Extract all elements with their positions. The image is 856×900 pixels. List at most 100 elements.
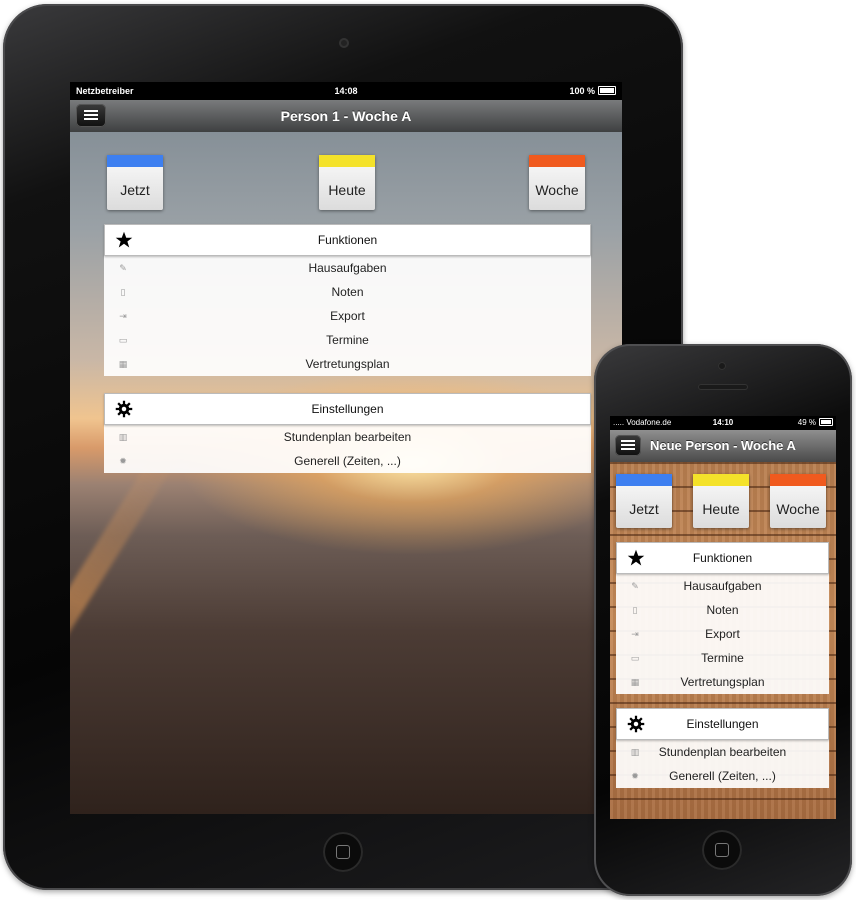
substitution-plan-icon: ▦ xyxy=(118,359,128,369)
section-title: Funktionen xyxy=(692,551,753,565)
page-title: Neue Person - Woche A xyxy=(650,438,796,453)
front-camera xyxy=(718,362,726,370)
menu-item-noten[interactable]: ▯ Noten xyxy=(616,598,829,622)
grades-icon: ▯ xyxy=(632,605,638,615)
calendar-button-jetzt[interactable]: Jetzt xyxy=(107,155,163,210)
menu-item-label: Generell (Zeiten, ...) xyxy=(669,769,776,783)
calendar-icon xyxy=(529,155,585,167)
calendar-icon xyxy=(319,155,375,167)
einstellungen-header[interactable]: Einstellungen xyxy=(616,708,829,740)
menu-item-stundenplan[interactable]: ▥ Stundenplan bearbeiten xyxy=(616,740,829,764)
funktionen-header[interactable]: Funktionen xyxy=(104,224,591,256)
menu-item-generell[interactable]: ✹ Generell (Zeiten, ...) xyxy=(104,449,591,473)
calendar-icon xyxy=(693,474,749,486)
calendar-button-heute[interactable]: Heute xyxy=(693,474,749,528)
menu-item-termine[interactable]: ▭ Termine xyxy=(616,646,829,670)
ipad-device: Netzbetreiber 14:08 100 % Person 1 - Woc… xyxy=(3,4,683,890)
funktionen-section: Funktionen ✎ Hausaufgaben ▯ Noten ⇥ Export … xyxy=(616,542,829,694)
funktionen-section: Funktionen ✎ Hausaufgaben ▯ Noten ⇥ Export … xyxy=(104,224,591,376)
calendar-icon xyxy=(616,474,672,486)
menu-item-noten[interactable]: ▯ Noten xyxy=(104,280,591,304)
page-title: Person 1 - Woche A xyxy=(280,108,412,124)
star-icon xyxy=(115,231,133,248)
calendar-label: Heute xyxy=(702,501,740,517)
einstellungen-section: Einstellungen ▥ Stundenplan bearbeiten ✹ G… xyxy=(104,393,591,473)
menu-item-label: Hausaufgaben xyxy=(308,261,387,275)
star-icon xyxy=(627,549,645,566)
menu-item-label: Export xyxy=(705,627,740,641)
menu-item-vertretungsplan[interactable]: ▦ Vertretungsplan xyxy=(616,670,829,694)
front-camera xyxy=(339,38,349,48)
home-button[interactable] xyxy=(323,832,363,872)
menu-item-label: Stundenplan bearbeiten xyxy=(658,745,787,759)
timetable-icon: ▥ xyxy=(118,432,128,442)
homework-icon: ✎ xyxy=(119,263,127,273)
calendar-label: Woche xyxy=(535,182,579,198)
menu-item-hausaufgaben[interactable]: ✎ Hausaufgaben xyxy=(616,574,829,598)
calendar-label: Jetzt xyxy=(120,182,150,198)
substitution-plan-icon: ▦ xyxy=(630,677,640,687)
menu-button[interactable] xyxy=(615,435,641,456)
menu-item-label: Termine xyxy=(701,651,744,665)
calendar-icon: ▭ xyxy=(630,653,640,663)
iphone-screen: ..... Vodafone.de 14:10 49 % Neue Person… xyxy=(610,416,836,819)
menu-item-label: Generell (Zeiten, ...) xyxy=(294,454,401,468)
hamburger-icon-line xyxy=(84,114,98,116)
gear-icon xyxy=(115,400,133,418)
battery-label: 100 % xyxy=(569,86,595,96)
menu-item-label: Stundenplan bearbeiten xyxy=(283,430,412,444)
iphone-device: ..... Vodafone.de 14:10 49 % Neue Person… xyxy=(594,344,852,896)
calendar-button-heute[interactable]: Heute xyxy=(319,155,375,210)
section-title: Funktionen xyxy=(317,233,378,247)
home-button[interactable] xyxy=(702,830,742,870)
battery-icon xyxy=(819,417,833,426)
menu-item-termine[interactable]: ▭ Termine xyxy=(104,328,591,352)
timetable-icon: ▥ xyxy=(630,747,640,757)
menu-item-vertretungsplan[interactable]: ▦ Vertretungsplan xyxy=(104,352,591,376)
calendar-button-jetzt[interactable]: Jetzt xyxy=(616,474,672,528)
section-title: Einstellungen xyxy=(311,402,384,416)
calendar-icon xyxy=(770,474,826,486)
homework-icon: ✎ xyxy=(631,581,639,591)
funktionen-header[interactable]: Funktionen xyxy=(616,542,829,574)
battery-label: 49 % xyxy=(797,418,816,427)
hamburger-icon-line xyxy=(84,118,98,120)
menu-item-label: Noten xyxy=(706,603,739,617)
calendar-button-woche[interactable]: Woche xyxy=(529,155,585,210)
hamburger-icon-line xyxy=(621,448,635,450)
battery-icon xyxy=(598,86,616,96)
gear-icon: ✹ xyxy=(631,771,639,781)
navigation-bar: Neue Person - Woche A xyxy=(610,430,836,462)
menu-item-label: Hausaufgaben xyxy=(683,579,762,593)
status-bar: ..... Vodafone.de 14:10 49 % xyxy=(610,416,836,430)
menu-button[interactable] xyxy=(76,104,106,127)
section-title: Einstellungen xyxy=(686,717,759,731)
gear-icon xyxy=(627,715,645,733)
navigation-bar: Person 1 - Woche A xyxy=(70,100,622,132)
calendar-icon: ▭ xyxy=(118,335,128,345)
einstellungen-header[interactable]: Einstellungen xyxy=(104,393,591,425)
calendar-button-woche[interactable]: Woche xyxy=(770,474,826,528)
export-icon: ⇥ xyxy=(631,629,639,639)
calendar-icon xyxy=(107,155,163,167)
hamburger-icon xyxy=(84,110,98,112)
menu-item-label: Vertretungsplan xyxy=(305,357,390,371)
menu-item-export[interactable]: ⇥ Export xyxy=(616,622,829,646)
calendar-label: Heute xyxy=(328,182,366,198)
status-time: 14:08 xyxy=(334,86,358,96)
menu-item-export[interactable]: ⇥ Export xyxy=(104,304,591,328)
grades-icon: ▯ xyxy=(120,287,126,297)
calendar-label: Jetzt xyxy=(629,501,659,517)
menu-item-label: Noten xyxy=(331,285,364,299)
menu-item-label: Vertretungsplan xyxy=(680,675,765,689)
calendar-label: Woche xyxy=(776,501,820,517)
menu-item-stundenplan[interactable]: ▥ Stundenplan bearbeiten xyxy=(104,425,591,449)
menu-item-generell[interactable]: ✹ Generell (Zeiten, ...) xyxy=(616,764,829,788)
battery-indicator: 49 % xyxy=(798,416,833,430)
menu-item-hausaufgaben[interactable]: ✎ Hausaufgaben xyxy=(104,256,591,280)
ipad-screen: Netzbetreiber 14:08 100 % Person 1 - Woc… xyxy=(70,82,622,814)
menu-item-label: Termine xyxy=(326,333,369,347)
status-bar: Netzbetreiber 14:08 100 % xyxy=(70,82,622,100)
hamburger-icon xyxy=(621,440,635,442)
einstellungen-section: Einstellungen ▥ Stundenplan bearbeiten ✹ G… xyxy=(616,708,829,788)
